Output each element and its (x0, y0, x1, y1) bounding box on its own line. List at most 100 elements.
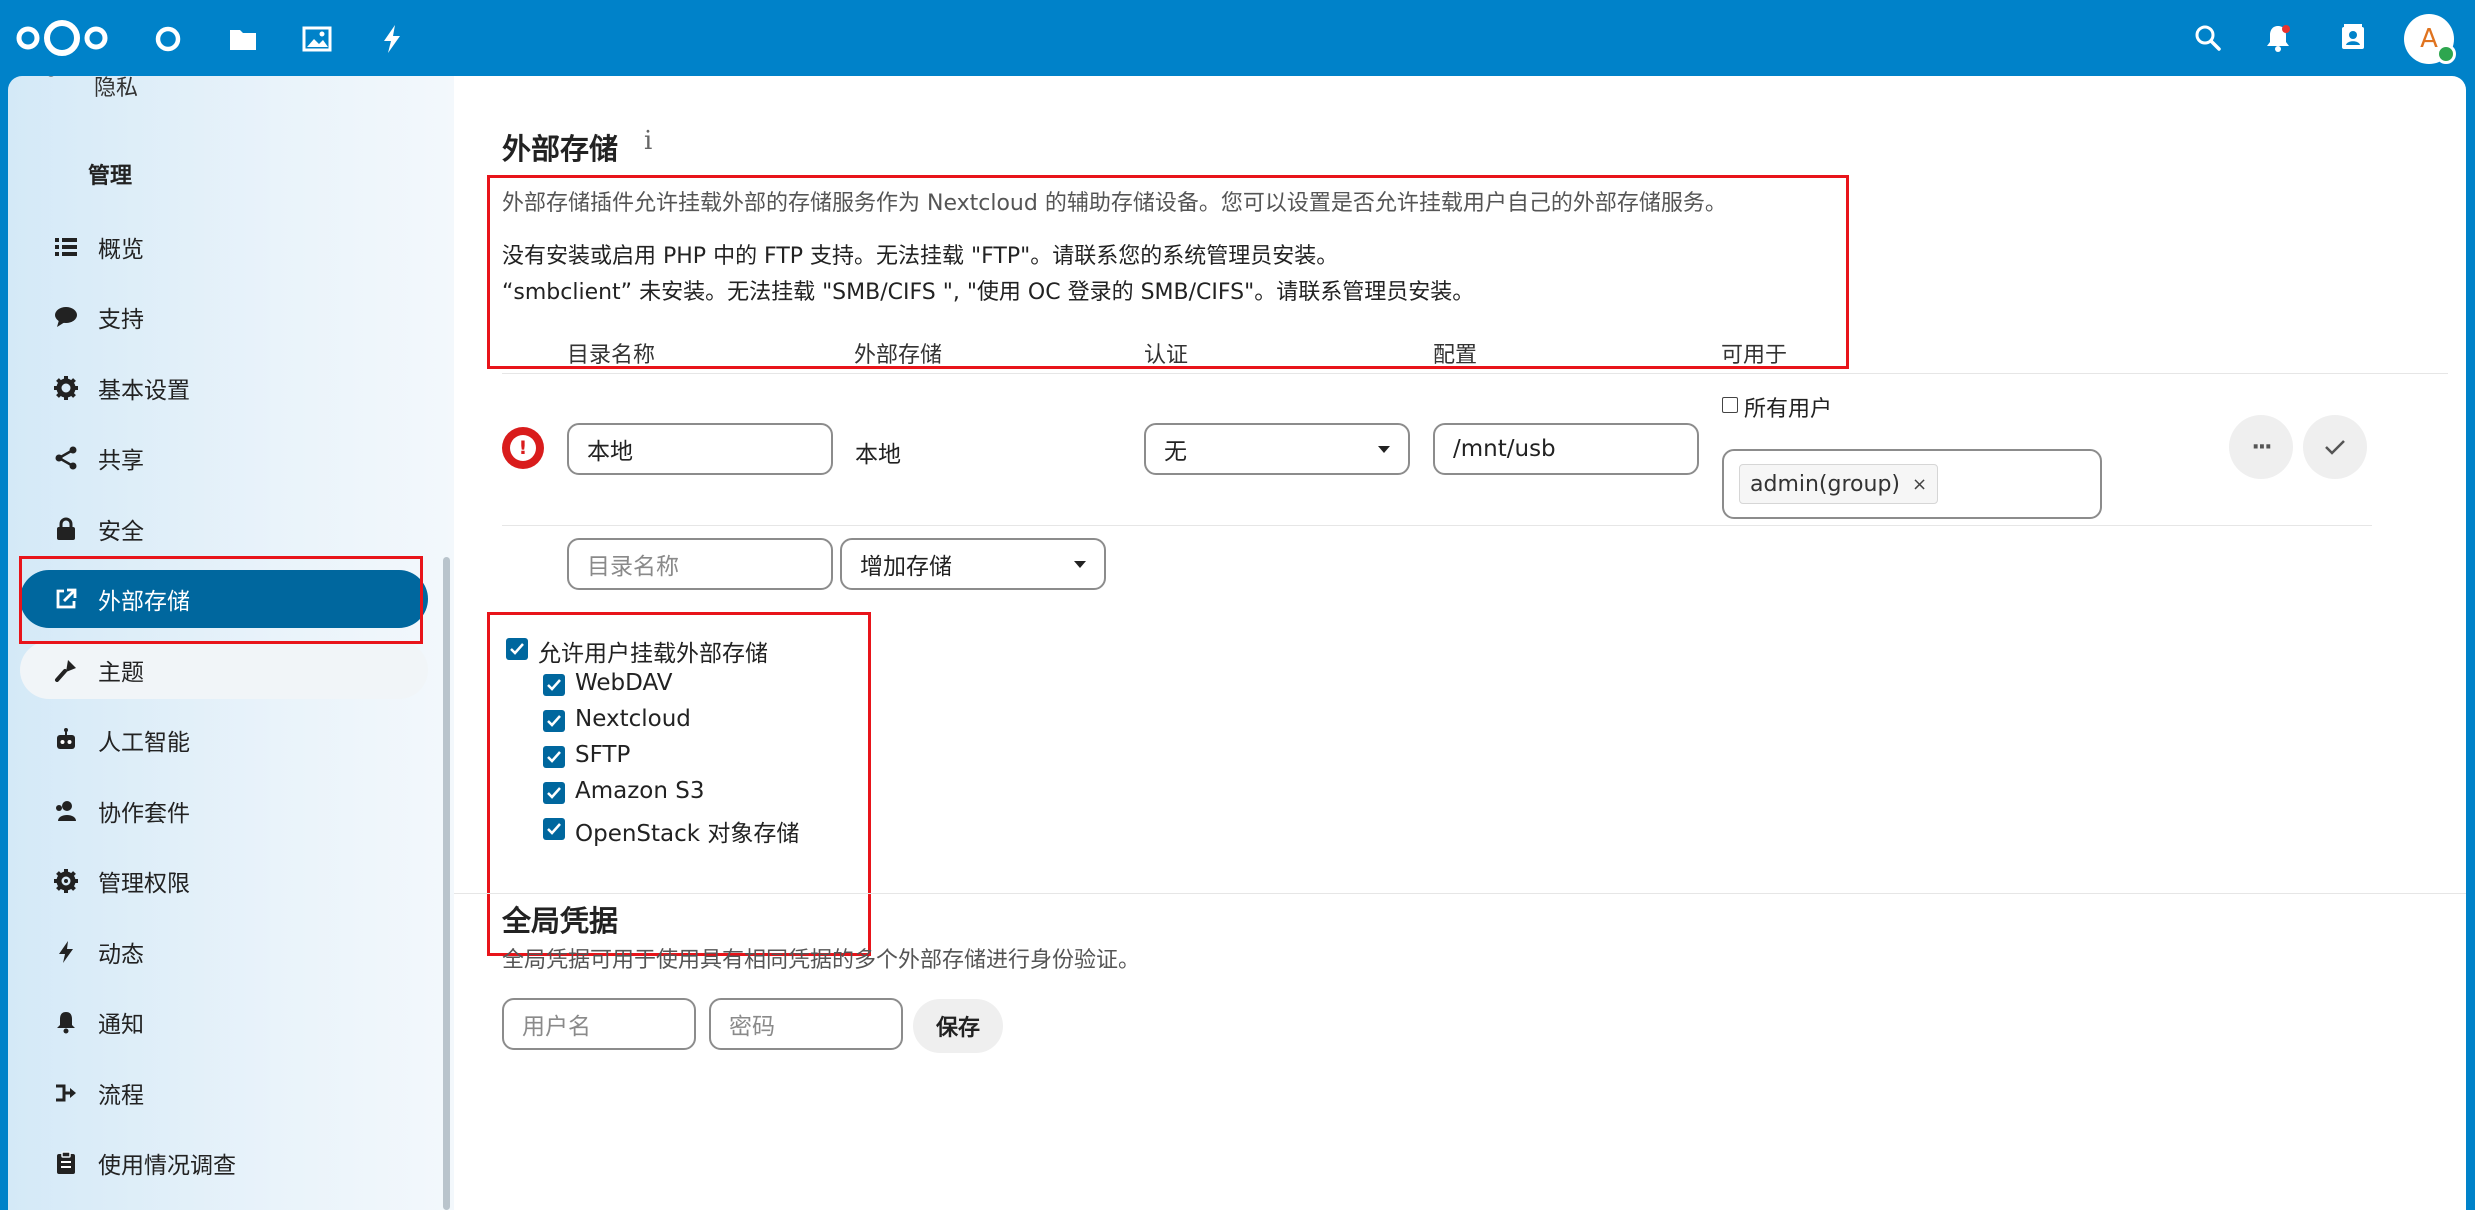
search-icon[interactable] (2188, 18, 2228, 58)
speech-bubble-icon (46, 306, 86, 328)
online-status-icon (2436, 44, 2456, 64)
sidebar-item-security[interactable]: 安全 (20, 500, 428, 558)
sidebar-item-usage-survey[interactable]: 使用情况调查 (20, 1134, 428, 1192)
sidebar-item-support[interactable]: 支持 (20, 288, 428, 346)
remove-tag-icon[interactable]: × (1912, 474, 1927, 495)
auth-select-value: 无 (1164, 439, 1187, 465)
backend-label: 本地 (855, 442, 901, 468)
column-header-authentication: 认证 (1144, 343, 1189, 368)
lock-icon (46, 517, 86, 541)
warning-smbclient: “smbclient” 未安装。无法挂载 "SMB/CIFS ", "使用 OC… (502, 280, 1475, 305)
chevron-down-icon (1378, 446, 1390, 453)
folder-name-value: 本地 (587, 439, 633, 465)
bell-icon[interactable] (2258, 18, 2298, 58)
bell-icon (46, 1010, 86, 1034)
sidebar-item-label: 流程 (98, 1083, 144, 1109)
save-mount-button[interactable] (2303, 415, 2367, 479)
avatar-letter: A (2420, 24, 2438, 54)
sidebar-item-theming[interactable]: 主题 (20, 641, 428, 699)
global-password-input[interactable]: 密码 (709, 998, 903, 1050)
table-header-divider (502, 373, 2448, 374)
checkmark-icon (547, 715, 561, 727)
top-header: A (0, 0, 2475, 76)
nextcloud-logo-icon[interactable] (14, 15, 110, 61)
checkmark-icon (2325, 440, 2345, 455)
add-storage-select[interactable]: 增加存储 (840, 538, 1106, 590)
sidebar-item-label: 支持 (98, 307, 144, 333)
group-tag-label: admin(group) (1750, 471, 1900, 497)
column-header-external-storage: 外部存储 (854, 343, 943, 368)
global-credentials-description: 全局凭据可用于使用具有相同凭据的多个外部存储进行身份验证。 (502, 948, 1141, 973)
sidebar-item-activity[interactable]: 动态 (20, 923, 428, 981)
folder-name-input[interactable]: 本地 (567, 423, 833, 475)
chevron-down-icon (1074, 561, 1086, 568)
backend-checkbox-openstack[interactable] (543, 818, 565, 840)
all-users-label: 所有用户 (1744, 397, 1833, 422)
sidebar-item-sharing[interactable]: 共享 (20, 429, 428, 487)
sidebar-item-external-storage[interactable]: 外部存储 (20, 570, 428, 628)
sidebar-item-label: 通知 (98, 1012, 144, 1038)
save-button-label: 保存 (935, 1016, 980, 1041)
checkmark-icon (510, 643, 524, 655)
backend-checkbox-amazon-s3[interactable] (543, 782, 565, 804)
checkmark-icon (547, 679, 561, 691)
allow-user-mounting-label: 允许用户挂载外部存储 (538, 641, 768, 667)
admin-gear-icon (46, 869, 86, 893)
sidebar-item-label: 动态 (98, 942, 144, 968)
sidebar-item-admin-delegation[interactable]: 管理权限 (20, 852, 428, 910)
global-username-input[interactable]: 用户名 (502, 998, 696, 1050)
new-folder-name-input[interactable]: 目录名称 (567, 538, 833, 590)
backend-checkbox-webdav[interactable] (543, 674, 565, 696)
external-storage-description: 外部存储插件允许挂载外部的存储服务作为 Nextcloud 的辅助存储设备。您可… (502, 191, 1727, 216)
sidebar-item-label: 协作套件 (98, 801, 190, 827)
sidebar-item-label: 基本设置 (98, 378, 190, 404)
clipboard-icon (46, 1151, 86, 1175)
password-placeholder: 密码 (729, 1014, 775, 1040)
sidebar-item-ai[interactable]: 人工智能 (20, 711, 428, 769)
sidebar-item-office[interactable]: 协作套件 (20, 782, 428, 840)
image-icon[interactable] (298, 20, 336, 58)
backend-checkbox-nextcloud[interactable] (543, 710, 565, 732)
sidebar-item-overview[interactable]: 概览 (20, 218, 428, 276)
info-icon[interactable]: i (644, 126, 652, 156)
username-placeholder: 用户名 (522, 1014, 591, 1040)
group-tag: admin(group) × (1739, 464, 1939, 504)
error-status-icon[interactable]: ! (502, 427, 544, 469)
allow-user-mounting-checkbox[interactable] (506, 638, 528, 660)
backend-label-amazon-s3: Amazon S3 (575, 778, 705, 804)
sidebar-item-label: 共享 (98, 448, 144, 474)
sidebar-item-basic-settings[interactable]: 基本设置 (20, 359, 428, 417)
share-icon (46, 446, 86, 470)
sidebar-item-label: 外部存储 (98, 589, 190, 615)
sidebar-item-label: 使用情况调查 (98, 1153, 236, 1179)
sidebar-item-notifications[interactable]: 通知 (20, 993, 428, 1051)
checkmark-icon (547, 787, 561, 799)
sidebar-section-title: 管理 (88, 164, 133, 189)
bolt-icon[interactable] (373, 20, 411, 58)
column-header-folder-name: 目录名称 (567, 343, 656, 368)
sidebar-item-label: 概览 (98, 237, 144, 263)
dashboard-circle-icon[interactable] (149, 20, 187, 58)
folder-icon[interactable] (224, 20, 262, 58)
backend-checkbox-sftp[interactable] (543, 746, 565, 768)
list-icon (46, 237, 86, 257)
backend-label-nextcloud: Nextcloud (575, 706, 691, 732)
all-users-checkbox[interactable] (1722, 397, 1738, 413)
contacts-icon[interactable] (2333, 18, 2373, 58)
section-title-external-storage: 外部存储 (502, 132, 619, 166)
account-group-icon (46, 799, 86, 823)
column-header-configuration: 配置 (1433, 343, 1478, 368)
sidebar-item-flow[interactable]: 流程 (20, 1064, 428, 1122)
sidebar-scrollbar[interactable] (443, 557, 450, 1210)
config-datadir-input[interactable]: /mnt/usb (1433, 423, 1699, 475)
checkmark-icon (547, 823, 561, 835)
sidebar-item-label: 隐私 (94, 76, 139, 101)
more-actions-button[interactable]: ··· (2229, 415, 2293, 479)
column-header-available-for: 可用于 (1721, 343, 1788, 368)
auth-select[interactable]: 无 (1144, 423, 1410, 475)
robot-icon (46, 728, 86, 752)
bolt-icon (46, 940, 86, 964)
save-global-credentials-button[interactable]: 保存 (913, 999, 1003, 1053)
new-folder-name-placeholder: 目录名称 (587, 554, 679, 580)
sidebar-item-label: 人工智能 (98, 730, 190, 756)
